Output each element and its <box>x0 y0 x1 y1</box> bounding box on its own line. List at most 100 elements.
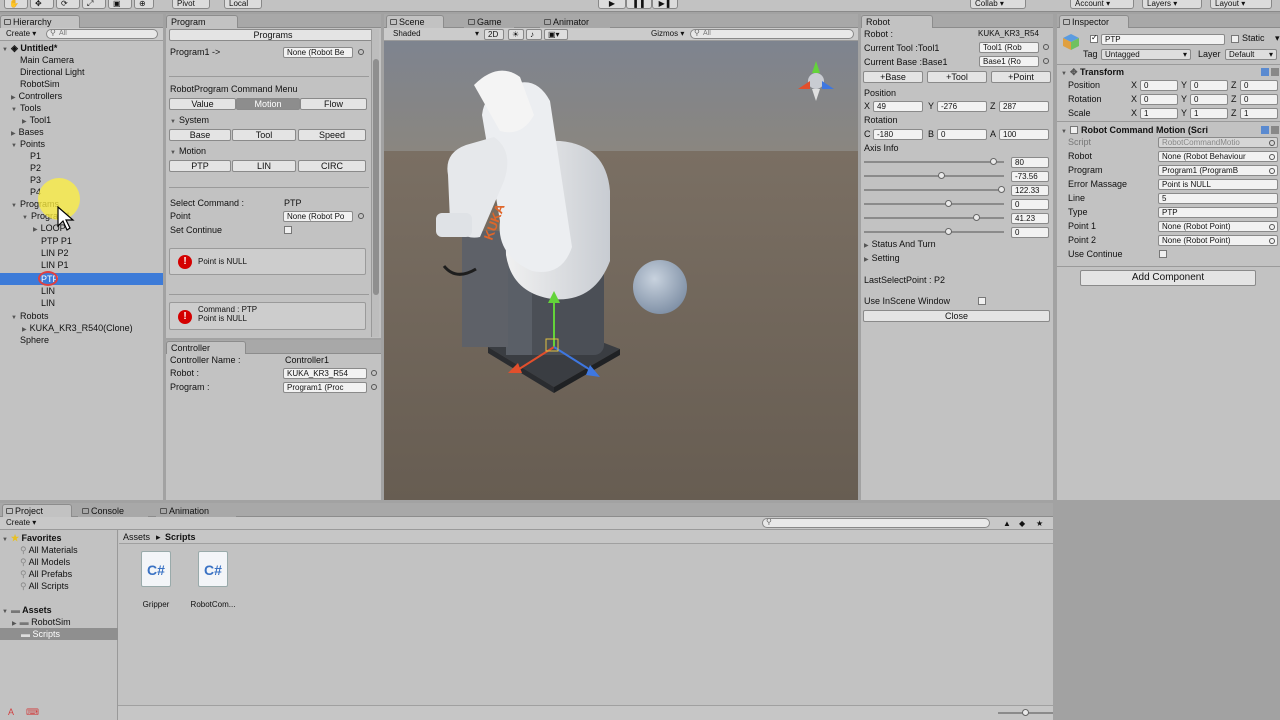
axis-value-field[interactable]: 0 <box>1011 199 1049 210</box>
hierarchy-item[interactable]: Sphere <box>20 334 49 346</box>
tab-console[interactable]: Console <box>78 504 148 517</box>
axis-slider[interactable] <box>864 189 1004 191</box>
tab-animation[interactable]: Animation <box>156 504 236 517</box>
pos-x-field[interactable]: 49 <box>873 101 923 112</box>
axis-slider-knob[interactable] <box>973 214 980 221</box>
setting-foldout[interactable]: ▶ Setting <box>864 252 900 266</box>
tab-controller[interactable]: Controller <box>166 341 246 354</box>
create-dropdown[interactable]: Create ▾ <box>3 29 41 40</box>
tag-dropdown[interactable]: Untagged ▾ <box>1101 49 1191 60</box>
axis-value-field[interactable]: 80 <box>1011 157 1049 168</box>
transform-y-field[interactable]: 0 <box>1190 94 1228 105</box>
object-picker-icon[interactable] <box>358 213 364 219</box>
controller-program-field[interactable]: Program1 (Proc <box>283 382 367 393</box>
status-turn-foldout[interactable]: ▶ Status And Turn <box>864 238 936 252</box>
breadcrumb-assets[interactable]: Assets <box>123 531 150 543</box>
use-continue-checkbox[interactable] <box>1159 250 1167 258</box>
favorite-star-icon[interactable]: ★ <box>1036 518 1043 530</box>
transform-tool-icon[interactable]: ⊕ <box>134 0 154 9</box>
filter-label-icon[interactable]: ◆ <box>1019 518 1025 530</box>
hierarchy-item[interactable]: ▶ KUKA_KR3_R540(Clone) <box>22 322 133 334</box>
account-dropdown[interactable]: Account ▾ <box>1070 0 1134 9</box>
program1-field[interactable]: None (Robot Be <box>283 47 353 58</box>
hierarchy-item[interactable]: ▶ Tool1 <box>22 114 51 126</box>
tab-value[interactable]: Value <box>169 98 236 110</box>
layer-dropdown[interactable]: Default ▾ <box>1225 49 1277 60</box>
transform-y-field[interactable]: 0 <box>1190 80 1228 91</box>
move-tool-icon[interactable]: ✥ <box>30 0 54 9</box>
favorite-item[interactable]: ⚲ All Scripts <box>20 580 69 592</box>
scrollbar-thumb[interactable] <box>373 59 379 295</box>
axis-slider-knob[interactable] <box>945 200 952 207</box>
object-name-field[interactable]: PTP <box>1101 34 1225 45</box>
keyboard-icon[interactable]: ⌨ <box>26 706 39 718</box>
pos-z-field[interactable]: 287 <box>999 101 1049 112</box>
asset-folder-selected[interactable]: ▬ Scripts <box>0 628 118 640</box>
rotate-tool-icon[interactable]: ⟳ <box>56 0 80 9</box>
add-tool-button[interactable]: +Tool <box>927 71 987 83</box>
transform-y-field[interactable]: 1 <box>1190 108 1228 119</box>
tab-game[interactable]: Game <box>464 15 514 28</box>
hierarchy-item[interactable]: RobotSim <box>20 78 60 90</box>
motion-foldout[interactable]: ▼ Motion <box>170 145 206 159</box>
axis-value-field[interactable]: 122.33 <box>1011 185 1049 196</box>
help-icon[interactable] <box>1261 68 1269 76</box>
component-row-field[interactable]: 5 <box>1158 193 1278 204</box>
tab-inspector[interactable]: Inspector <box>1059 15 1129 28</box>
ptp-button[interactable]: PTP <box>169 160 231 172</box>
favorites-header[interactable]: ▼ ★ Favorites <box>2 532 62 544</box>
tab-animator[interactable]: Animator <box>540 15 610 28</box>
hierarchy-item[interactable]: LIN P2 <box>41 247 69 259</box>
component-row-field[interactable]: None (Robot Behaviour <box>1158 151 1278 162</box>
tab-program[interactable]: Program <box>166 15 238 28</box>
add-component-button[interactable]: Add Component <box>1080 270 1256 286</box>
tab-project[interactable]: Project <box>2 504 72 517</box>
hierarchy-item[interactable]: ▶ Controllers <box>11 90 62 102</box>
static-checkbox[interactable] <box>1231 35 1239 43</box>
rot-c-field[interactable]: -180 <box>873 129 923 140</box>
rot-b-field[interactable]: 0 <box>937 129 987 140</box>
sphere-object[interactable] <box>633 260 687 314</box>
scale-tool-icon[interactable]: ⤢ <box>82 0 106 9</box>
tab-flow[interactable]: Flow <box>300 98 367 110</box>
scene-viewport[interactable]: KUKA <box>384 41 858 500</box>
help-icon[interactable] <box>1261 126 1269 134</box>
hierarchy-item[interactable]: LIN <box>41 297 55 309</box>
layers-dropdown[interactable]: Layers ▾ <box>1142 0 1202 9</box>
hierarchy-item[interactable]: Main Camera <box>20 54 74 66</box>
favorite-item[interactable]: ⚲ All Models <box>20 556 70 568</box>
object-picker-icon[interactable] <box>371 384 377 390</box>
use-inscene-checkbox[interactable] <box>978 297 986 305</box>
close-button[interactable]: Close <box>863 310 1050 322</box>
transform-header[interactable]: ▼ ✥ Transform <box>1061 66 1124 80</box>
hierarchy-item[interactable]: ▼ Tools <box>11 102 41 114</box>
system-foldout[interactable]: ▼ System <box>170 114 209 128</box>
axis-slider-knob[interactable] <box>989 158 997 165</box>
transform-z-field[interactable]: 1 <box>1240 108 1278 119</box>
object-picker-icon[interactable] <box>1043 58 1049 64</box>
axis-slider[interactable] <box>864 231 1004 233</box>
tab-motion[interactable]: Motion <box>236 98 300 110</box>
assets-header[interactable]: ▼ ▬ Assets <box>2 604 52 616</box>
current-base-field[interactable]: Base1 (Ro <box>979 56 1039 67</box>
component-row-field[interactable]: PTP <box>1158 207 1278 218</box>
axis-slider-knob[interactable] <box>945 228 952 235</box>
transform-x-field[interactable]: 1 <box>1140 108 1178 119</box>
project-search-input[interactable] <box>762 518 990 528</box>
tab-hierarchy[interactable]: Hierarchy <box>0 15 80 28</box>
axis-value-field[interactable]: 41.23 <box>1011 213 1049 224</box>
favorite-item[interactable]: ⚲ All Materials <box>20 544 78 556</box>
current-tool-field[interactable]: Tool1 (Rob <box>979 42 1039 53</box>
component-settings-icon[interactable] <box>1271 126 1279 134</box>
shading-dropdown[interactable]: Shaded ▾ <box>390 29 482 40</box>
hierarchy-item[interactable]: Directional Light <box>20 66 85 78</box>
programs-button[interactable]: Programs <box>169 29 377 41</box>
hierarchy-item[interactable]: LIN <box>41 285 55 297</box>
hierarchy-item[interactable]: P3 <box>30 174 41 186</box>
audio-toggle-icon[interactable]: ♪ <box>526 29 542 40</box>
collab-button[interactable]: Collab ▾ <box>970 0 1026 9</box>
icon-size-slider-knob[interactable] <box>1022 709 1029 716</box>
axis-slider-knob[interactable] <box>938 172 945 179</box>
set-continue-checkbox[interactable] <box>284 226 292 234</box>
object-picker-icon[interactable] <box>371 370 377 376</box>
